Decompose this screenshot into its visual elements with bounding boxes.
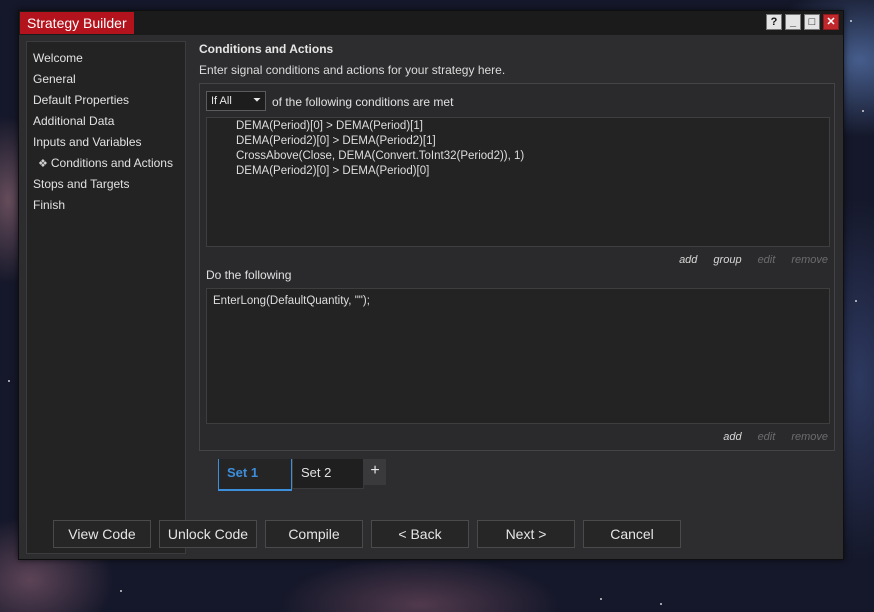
conditions-list[interactable]: DEMA(Period)[0] > DEMA(Period)[1] DEMA(P… (206, 117, 830, 247)
set-tabs: Set 1 Set 2 + (218, 459, 386, 491)
background-star (600, 598, 602, 600)
background-star (850, 20, 852, 22)
sidebar-item-default-properties[interactable]: Default Properties (27, 90, 185, 111)
group-condition-link[interactable]: group (713, 254, 741, 266)
condition-item[interactable]: DEMA(Period)[0] > DEMA(Period)[1] (236, 120, 423, 132)
current-step-icon: ❖ (38, 158, 48, 170)
background-star (862, 110, 864, 112)
condition-links: add group edit remove (663, 254, 828, 266)
background-star (8, 380, 10, 382)
sidebar-item-stops-and-targets[interactable]: Stops and Targets (27, 174, 185, 195)
footer-buttons: View Code Unlock Code Compile < Back Nex… (53, 520, 681, 548)
tab-set-2[interactable]: Set 2 (292, 459, 364, 489)
chevron-down-icon: ⏷ (253, 95, 261, 106)
window-title: Strategy Builder (20, 12, 134, 34)
back-button[interactable]: < Back (371, 520, 469, 548)
wizard-steps-sidebar: Welcome General Default Properties Addit… (26, 41, 186, 554)
action-item[interactable]: EnterLong(DefaultQuantity, ""); (213, 295, 370, 307)
minimize-button[interactable]: _ (785, 14, 801, 30)
background-star (855, 300, 857, 302)
close-button[interactable]: ✕ (823, 14, 839, 30)
background-star (660, 603, 662, 605)
condition-item[interactable]: CrossAbove(Close, DEMA(Convert.ToInt32(P… (236, 150, 524, 162)
condition-mode-value: If All (211, 95, 232, 107)
sidebar-item-conditions-and-actions[interactable]: ❖ Conditions and Actions (27, 153, 185, 174)
edit-condition-link[interactable]: edit (758, 254, 776, 266)
condition-set-panel: If All ⏷ of the following conditions are… (199, 83, 835, 451)
action-links: add edit remove (707, 431, 828, 443)
view-code-button[interactable]: View Code (53, 520, 151, 548)
remove-condition-link[interactable]: remove (791, 254, 828, 266)
sidebar-item-general[interactable]: General (27, 69, 185, 90)
actions-list[interactable]: EnterLong(DefaultQuantity, ""); (206, 288, 830, 424)
sidebar-item-welcome[interactable]: Welcome (27, 48, 185, 69)
add-set-button[interactable]: + (364, 459, 386, 485)
sidebar-item-label: Conditions and Actions (50, 156, 173, 170)
edit-action-link[interactable]: edit (758, 431, 776, 443)
condition-item[interactable]: DEMA(Period2)[0] > DEMA(Period)[0] (236, 165, 429, 177)
sidebar-item-finish[interactable]: Finish (27, 195, 185, 216)
actions-label: Do the following (206, 268, 292, 282)
unlock-code-button[interactable]: Unlock Code (159, 520, 257, 548)
condition-mode-suffix: of the following conditions are met (272, 95, 454, 109)
sidebar-item-additional-data[interactable]: Additional Data (27, 111, 185, 132)
page-description: Enter signal conditions and actions for … (199, 63, 506, 77)
cancel-button[interactable]: Cancel (583, 520, 681, 548)
window-controls: ? _ □ ✕ (766, 14, 839, 30)
title-bar[interactable]: Strategy Builder ? _ □ ✕ (19, 11, 843, 35)
tab-set-1[interactable]: Set 1 (218, 459, 292, 491)
page-title: Conditions and Actions (199, 42, 334, 56)
strategy-builder-window: Strategy Builder ? _ □ ✕ Welcome General… (18, 10, 844, 560)
add-action-link[interactable]: add (723, 431, 741, 443)
add-condition-link[interactable]: add (679, 254, 697, 266)
help-button[interactable]: ? (766, 14, 782, 30)
maximize-button[interactable]: □ (804, 14, 820, 30)
condition-mode-select[interactable]: If All ⏷ (206, 91, 266, 111)
background-star (120, 590, 122, 592)
condition-item[interactable]: DEMA(Period2)[0] > DEMA(Period2)[1] (236, 135, 436, 147)
next-button[interactable]: Next > (477, 520, 575, 548)
compile-button[interactable]: Compile (265, 520, 363, 548)
remove-action-link[interactable]: remove (791, 431, 828, 443)
sidebar-item-inputs-and-variables[interactable]: Inputs and Variables (27, 132, 185, 153)
